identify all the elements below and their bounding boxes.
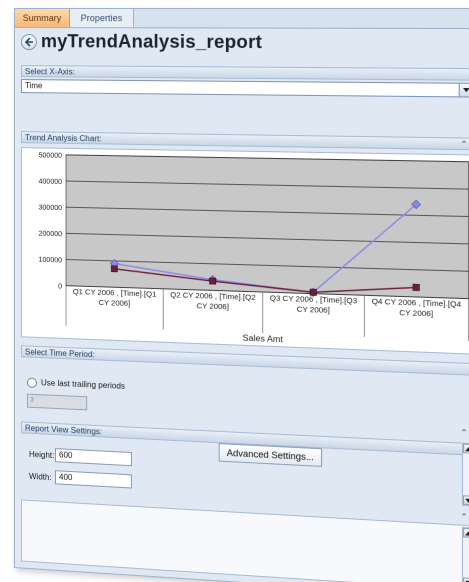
data-point	[111, 266, 117, 272]
scroll-up-icon[interactable]	[463, 443, 469, 454]
chart-header-label: Trend Analysis Chart:	[24, 133, 102, 144]
report-panel: Summary Properties myTrendAnalysis_repor…	[14, 8, 469, 582]
x-tick-label: CY 2006]	[399, 308, 433, 319]
y-tick-label: 300000	[39, 205, 63, 213]
view-settings-header-label: Report View Settings:	[24, 423, 103, 437]
advanced-settings-button[interactable]: Advanced Settings...	[218, 443, 323, 467]
trailing-periods-option[interactable]: Use last trailing periods	[26, 377, 125, 392]
trailing-periods-input[interactable]: 3	[26, 393, 88, 411]
x-tick-label: CY 2006]	[297, 304, 330, 314]
settings-scrollbar[interactable]	[461, 442, 469, 507]
screenshot-stage: Summary Properties myTrendAnalysis_repor…	[0, 0, 469, 582]
y-tick-label: 100000	[39, 257, 63, 265]
x-tick-label: CY 2006]	[197, 301, 229, 311]
back-arrow-icon[interactable]	[20, 34, 37, 51]
tab-bar: Summary Properties	[14, 9, 469, 30]
y-tick-label: 400000	[39, 178, 63, 186]
data-point	[210, 278, 216, 284]
height-label: Height:	[28, 449, 55, 461]
double-chevron-up-icon[interactable]: ⌃	[459, 139, 469, 150]
lower-content-box	[20, 499, 469, 582]
tab-properties[interactable]: Properties	[70, 9, 135, 28]
height-input[interactable]: 600	[54, 448, 132, 467]
width-input[interactable]: 400	[54, 470, 132, 489]
x-tick-label: Q2 CY 2006 , [Time].[Q2	[170, 290, 255, 302]
y-tick-label: 0	[58, 283, 62, 290]
data-point	[413, 284, 420, 290]
page-title: myTrendAnalysis_report	[40, 31, 263, 53]
tab-summary[interactable]: Summary	[14, 9, 71, 28]
x-axis-dropdown-value: Time	[24, 81, 43, 91]
x-axis-label: Sales Amt	[243, 332, 284, 344]
scroll-up-icon[interactable]	[463, 527, 469, 538]
x-axis-header-label: Select X-Axis:	[24, 67, 75, 77]
title-row: myTrendAnalysis_report	[20, 31, 469, 60]
time-period-header-label: Select Time Period:	[24, 347, 95, 360]
plot-area	[66, 155, 469, 299]
chevron-down-icon[interactable]	[458, 83, 469, 97]
double-chevron-up-icon[interactable]: ⌃	[459, 512, 469, 523]
y-tick-label: 200000	[39, 231, 63, 239]
data-point	[310, 289, 316, 295]
trailing-periods-label: Use last trailing periods	[40, 378, 125, 392]
x-tick-label: Q4 CY 2006 , [Time].[Q4	[372, 297, 461, 309]
x-tick-label: CY 2006]	[99, 298, 131, 308]
lower-scrollbar[interactable]	[461, 526, 469, 582]
trailing-periods-radio[interactable]	[26, 377, 37, 389]
width-label: Width:	[28, 471, 52, 483]
trend-chart: 0 100000 200000 300000 400000 500000 Q1 CY 200…	[20, 147, 469, 355]
y-tick-label: 500000	[39, 152, 63, 159]
x-tick-label: Q1 CY 2006 , [Time].[Q1	[73, 287, 156, 299]
double-chevron-up-icon[interactable]: ⌃	[459, 428, 469, 439]
trend-chart-svg: 0 100000 200000 300000 400000 500000 Q1 CY 200…	[39, 152, 469, 344]
x-axis-section-header: Select X-Axis:	[20, 65, 469, 81]
scroll-down-icon[interactable]	[463, 577, 469, 582]
scroll-down-icon[interactable]	[463, 495, 469, 506]
x-axis-dropdown[interactable]: Time	[20, 79, 469, 98]
